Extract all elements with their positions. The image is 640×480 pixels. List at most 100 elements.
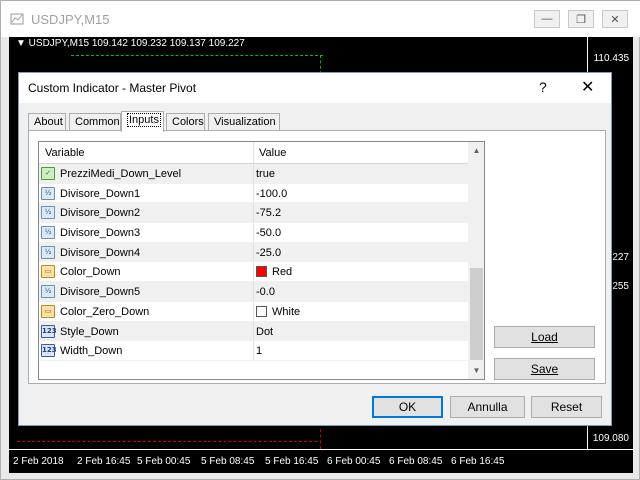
ok-button[interactable]: OK — [372, 396, 443, 418]
load-button[interactable]: Load — [494, 326, 595, 348]
table-rows: ✓ PrezziMedi_Down_Level true ½ Divisore_Down… — [39, 164, 468, 361]
table-header: Variable Value — [39, 142, 468, 164]
variable-name: Divisore_Down5 — [60, 286, 141, 299]
variable-name: PrezziMedi_Down_Level — [60, 168, 182, 180]
color-swatch[interactable] — [256, 266, 267, 278]
variable-name: Divisore_Down3 — [60, 227, 141, 240]
chart-window-title: USDJPY,M15 — [31, 12, 110, 27]
price-label: 227 — [612, 252, 629, 263]
maximize-icon: ❐ — [576, 13, 586, 26]
double-icon: ½ — [41, 206, 55, 220]
variable-name: Color_Zero_Down — [60, 305, 150, 318]
table-row[interactable]: ✓ PrezziMedi_Down_Level true — [39, 164, 468, 184]
column-divider — [253, 321, 254, 341]
tab-inputs[interactable]: Inputs — [121, 111, 164, 132]
cancel-button[interactable]: Annulla — [450, 396, 525, 418]
pivot-level-line — [71, 55, 323, 56]
tab-colors[interactable]: Colors — [166, 113, 205, 131]
variable-value[interactable]: true — [256, 168, 275, 180]
variable-name: Color_Down — [60, 266, 121, 279]
color-icon: ▭ — [41, 265, 55, 279]
variable-name: Style_Down — [60, 325, 119, 338]
tab-common[interactable]: Common — [69, 113, 121, 131]
chart-window-titlebar[interactable]: USDJPY,M15 — ❐ ✕ — [1, 1, 640, 37]
time-label: 5 Feb 16:45 — [265, 456, 319, 467]
reset-button[interactable]: Reset — [531, 396, 602, 418]
int-icon: 123 — [41, 324, 57, 338]
table-row[interactable]: ▭ Color_Zero_Down White — [39, 301, 468, 322]
table-row[interactable]: 123 Style_Down Dot — [39, 321, 468, 342]
variable-name: Divisore_Down4 — [60, 246, 141, 259]
price-label: 109.080 — [592, 433, 629, 444]
double-icon: ½ — [41, 226, 55, 240]
variable-value[interactable]: -100.0 — [256, 188, 287, 200]
table-row[interactable]: 123 Width_Down 1 — [39, 341, 468, 361]
dialog-close-button[interactable]: ✕ — [581, 77, 594, 97]
color-icon: ▭ — [41, 304, 55, 318]
variable-name: Divisore_Down1 — [60, 187, 141, 200]
column-divider — [253, 164, 254, 183]
table-row[interactable]: ▭ Color_Down Red — [39, 262, 468, 283]
int-icon: 123 — [41, 344, 57, 358]
scroll-up-arrow-icon[interactable]: ▲ — [468, 142, 484, 159]
time-label: 5 Feb 08:45 — [201, 456, 255, 467]
column-divider — [253, 183, 254, 203]
column-divider — [253, 242, 254, 262]
pivot-level-line — [320, 429, 321, 449]
dialog-titlebar[interactable]: Custom Indicator - Master Pivot ? ✕ — [19, 73, 611, 103]
column-divider — [253, 282, 254, 301]
save-button[interactable]: Save — [494, 358, 595, 380]
bool-icon: ✓ — [41, 167, 55, 180]
double-icon: ½ — [41, 186, 55, 200]
table-row[interactable]: ½ Divisore_Down1 -100.0 — [39, 183, 468, 204]
minimize-button[interactable]: — — [534, 10, 560, 28]
help-button[interactable]: ? — [539, 79, 547, 95]
maximize-button[interactable]: ❐ — [568, 10, 594, 28]
minimize-icon: — — [541, 13, 553, 25]
close-icon: ✕ — [610, 13, 620, 26]
table-row[interactable]: ½ Divisore_Down5 -0.0 — [39, 282, 468, 302]
variable-value[interactable]: -25.0 — [256, 247, 281, 259]
color-swatch[interactable] — [256, 305, 267, 317]
column-divider — [253, 262, 254, 282]
chart-app-icon — [10, 13, 24, 25]
column-divider — [253, 301, 254, 321]
column-divider — [253, 223, 254, 242]
time-label: 6 Feb 08:45 — [389, 456, 443, 467]
table-row[interactable]: ½ Divisore_Down4 -25.0 — [39, 242, 468, 263]
inputs-table[interactable]: Variable Value ✓ PrezziMedi_Down_Level tru… — [38, 141, 485, 380]
scrollbar-thumb[interactable] — [470, 268, 483, 360]
pivot-level-line — [17, 441, 317, 442]
variable-value[interactable]: 1 — [256, 345, 262, 357]
table-row[interactable]: ½ Divisore_Down2 -75.2 — [39, 203, 468, 224]
time-label: 6 Feb 00:45 — [327, 456, 381, 467]
variable-value[interactable]: Dot — [256, 326, 273, 338]
price-label: 255 — [612, 281, 629, 292]
column-divider[interactable] — [253, 142, 254, 164]
time-label: 2 Feb 16:45 — [77, 456, 131, 467]
time-axis: 2 Feb 2018 2 Feb 16:45 5 Feb 00:45 5 Feb… — [9, 449, 633, 473]
column-divider — [253, 341, 254, 360]
dialog-title: Custom Indicator - Master Pivot — [28, 81, 197, 95]
time-label: 6 Feb 16:45 — [451, 456, 505, 467]
variable-value[interactable]: Red — [272, 266, 292, 278]
scroll-down-arrow-icon[interactable]: ▼ — [468, 362, 484, 379]
time-label: 5 Feb 00:45 — [137, 456, 191, 467]
variable-name: Width_Down — [60, 345, 123, 358]
variable-value[interactable]: -50.0 — [256, 227, 281, 239]
chart-header: ▼ USDJPY,M15 109.142 109.232 109.137 109… — [16, 38, 245, 49]
column-header-variable[interactable]: Variable — [45, 147, 85, 159]
variable-value[interactable]: -0.0 — [256, 286, 275, 298]
table-scrollbar[interactable]: ▲ ▼ — [468, 142, 484, 379]
variable-value[interactable]: White — [272, 306, 300, 318]
price-label: 110.435 — [593, 53, 629, 64]
column-header-value[interactable]: Value — [259, 147, 286, 159]
tab-about[interactable]: About — [28, 113, 66, 131]
column-divider — [253, 203, 254, 223]
tab-visualization[interactable]: Visualization — [208, 113, 280, 131]
table-row[interactable]: ½ Divisore_Down3 -50.0 — [39, 223, 468, 243]
time-label: 2 Feb 2018 — [13, 456, 64, 467]
custom-indicator-dialog: Custom Indicator - Master Pivot ? ✕ Abou… — [18, 72, 612, 426]
close-window-button[interactable]: ✕ — [602, 10, 628, 28]
variable-value[interactable]: -75.2 — [256, 207, 281, 219]
